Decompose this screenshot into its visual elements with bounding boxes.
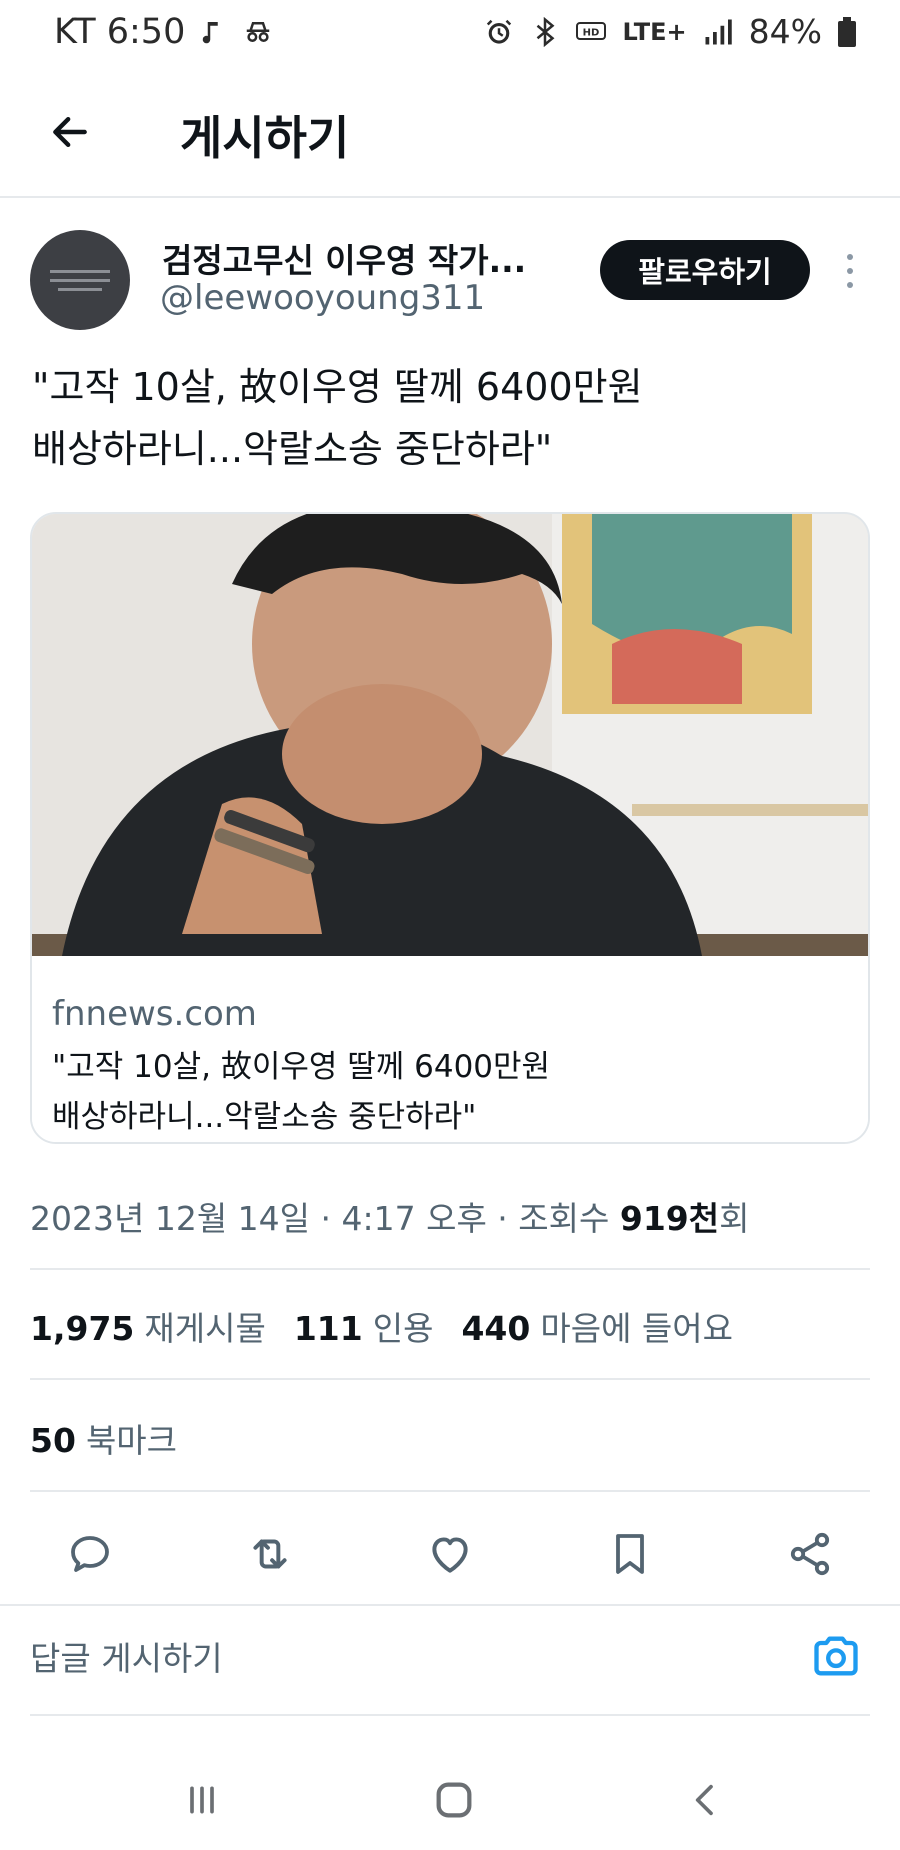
camera-button[interactable]	[810, 1630, 866, 1686]
bookmark-icon	[616, 1534, 644, 1574]
share-icon	[790, 1532, 830, 1576]
camera-icon	[814, 1636, 858, 1676]
reply-button[interactable]	[60, 1524, 120, 1584]
card-meta: fnnews.com "고작 10살, 故이우영 딸께 6400만원 배상하라니…	[32, 956, 868, 1142]
more-dot-icon	[847, 268, 853, 274]
follow-button[interactable]: 팔로우하기	[600, 240, 810, 300]
reply-composer	[0, 1604, 900, 1714]
hd-voice-icon: HD	[576, 21, 607, 40]
home-icon	[436, 1782, 472, 1818]
status-right: HD LTE+ 84%	[484, 12, 856, 51]
top-app-bar: 게시하기	[0, 76, 900, 198]
likes-count: 440	[461, 1309, 531, 1348]
music-note-icon	[203, 22, 219, 44]
author-handle[interactable]: @leewooyoung311	[160, 278, 485, 318]
reply-input[interactable]	[30, 1628, 790, 1688]
card-photo	[32, 514, 868, 956]
more-dot-icon	[847, 282, 853, 288]
link-preview-card[interactable]: fnnews.com "고작 10살, 故이우영 딸께 6400만원 배상하라니…	[30, 512, 870, 1144]
author-name[interactable]: 검정고무신 이우영 작가...	[162, 234, 526, 282]
page-title: 게시하기	[180, 111, 350, 165]
repost-button[interactable]	[240, 1524, 300, 1584]
home-button[interactable]	[424, 1770, 484, 1830]
system-nav-bar	[0, 1740, 900, 1850]
likes-stat[interactable]: 440 마음에 들어요	[461, 1302, 733, 1350]
divider	[30, 1378, 870, 1380]
avatar-text-line	[58, 287, 102, 291]
bookmarks-stat[interactable]: 50 북마크	[30, 1414, 177, 1462]
avatar[interactable]	[30, 230, 130, 330]
network-type: LTE+	[622, 17, 687, 46]
recent-apps-button[interactable]	[172, 1770, 232, 1830]
chevron-left-icon	[695, 1784, 713, 1816]
status-left: KT 6:50	[54, 12, 273, 52]
likes-label: 마음에 들어요	[540, 1309, 734, 1348]
divider	[30, 1490, 870, 1492]
battery-percent: 84%	[748, 12, 822, 51]
repost-icon	[253, 1539, 287, 1569]
status-bar: KT 6:50 HD LTE+ 84%	[0, 0, 900, 64]
comment-icon	[71, 1536, 109, 1572]
heart-icon	[432, 1537, 468, 1573]
divider	[30, 1268, 870, 1270]
incognito-icon	[247, 22, 270, 42]
avatar-text-line	[50, 278, 110, 282]
tweet-meta: 2023년 12월 14일 · 4:17 오후 · 조회수 919천회	[30, 1192, 749, 1240]
back-button[interactable]	[42, 104, 98, 160]
arrow-left-icon	[53, 116, 87, 148]
view-suffix: 회	[719, 1199, 750, 1238]
avatar-text-line	[50, 269, 110, 273]
bookmark-button[interactable]	[600, 1524, 660, 1584]
like-button[interactable]	[420, 1524, 480, 1584]
quotes-label: 인용	[372, 1309, 434, 1348]
more-dot-icon	[847, 254, 853, 260]
more-options-button[interactable]	[838, 246, 862, 296]
svg-text:HD: HD	[583, 27, 600, 38]
tweet-datetime: 2023년 12월 14일 · 4:17 오후 · 조회수	[30, 1199, 620, 1238]
system-back-button[interactable]	[676, 1770, 736, 1830]
bookmarks-label: 북마크	[85, 1421, 178, 1460]
card-image	[32, 514, 868, 956]
reposts-count: 1,975	[30, 1309, 135, 1348]
reposts-stat[interactable]: 1,975 재게시물	[30, 1302, 266, 1350]
quotes-count: 111	[293, 1309, 363, 1348]
action-bar	[0, 1508, 900, 1598]
carrier-time: KT 6:50	[54, 12, 186, 52]
card-domain: fnnews.com	[52, 994, 257, 1034]
bluetooth-icon	[537, 16, 555, 47]
quotes-stat[interactable]: 111 인용	[294, 1302, 434, 1350]
recents-icon	[190, 1786, 214, 1814]
signal-icon	[705, 19, 732, 44]
divider	[30, 1714, 870, 1716]
tweet-text: "고작 10살, 故이우영 딸께 6400만원 배상하라니...악랄소송 중단하…	[32, 365, 643, 471]
battery-icon	[838, 16, 856, 47]
share-button[interactable]	[780, 1524, 840, 1584]
engagement-stats: 1,975 재게시물 111 인용 440 마음에 들어요	[30, 1302, 733, 1350]
view-count[interactable]: 919천	[620, 1199, 719, 1238]
reposts-label: 재게시물	[144, 1309, 266, 1348]
card-title: "고작 10살, 故이우영 딸께 6400만원 배상하라니...악랄소송 중단하…	[52, 1049, 551, 1135]
bookmarks-count: 50	[30, 1421, 76, 1460]
alarm-icon	[487, 19, 512, 44]
